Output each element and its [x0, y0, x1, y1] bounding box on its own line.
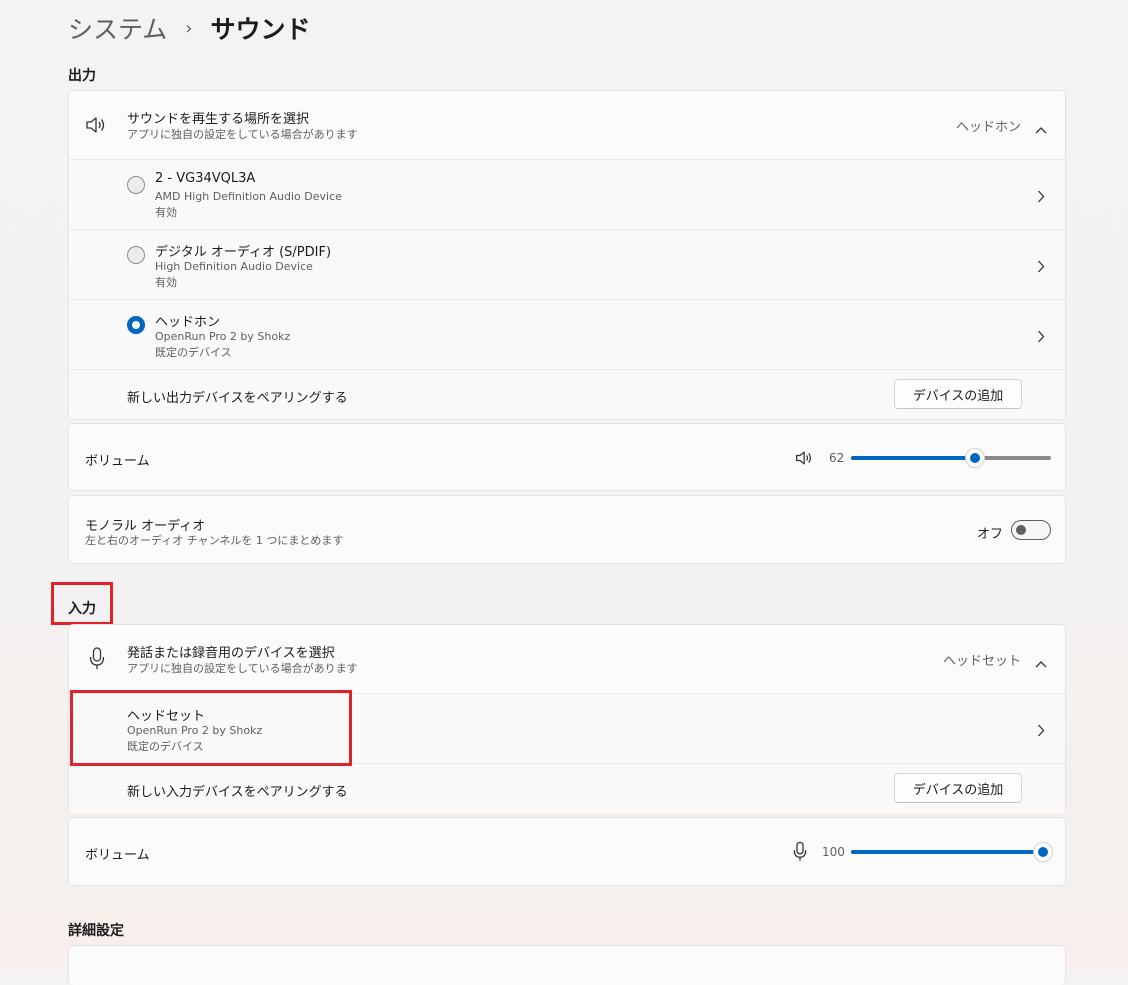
input-section-title: 入力 — [68, 601, 96, 617]
input-device-selector[interactable]: 発話または録音用のデバイスを選択 アプリに独自の設定をしている場合があります ヘ… — [69, 625, 1065, 693]
breadcrumb-separator: › — [185, 17, 193, 39]
device-status: 有効 — [155, 206, 177, 219]
chevron-right-icon[interactable] — [1037, 188, 1045, 207]
chevron-right-icon[interactable] — [1037, 258, 1045, 277]
radio-button[interactable] — [127, 176, 145, 194]
chevron-right-icon[interactable] — [1037, 722, 1045, 741]
input-volume-card: ボリューム 100 — [68, 817, 1066, 886]
input-volume-thumb[interactable] — [1033, 842, 1053, 862]
input-current-device: ヘッドセット — [942, 654, 1021, 669]
device-driver: OpenRun Pro 2 by Shokz — [155, 330, 291, 343]
output-volume-card: ボリューム 62 — [68, 423, 1066, 491]
chevron-up-icon[interactable] — [1035, 119, 1047, 138]
pair-output-label: 新しい出力デバイスをペアリングする — [127, 391, 348, 406]
microphone-icon[interactable] — [793, 841, 807, 867]
output-volume-label: ボリューム — [85, 454, 150, 469]
device-name: 2 - VG34VQL3A — [155, 171, 256, 186]
input-volume-value: 100 — [822, 845, 845, 859]
input-selector-subtitle: アプリに独自の設定をしている場合があります — [127, 662, 358, 675]
pair-input-row: 新しい入力デバイスをペアリングする デバイスの追加 — [69, 763, 1065, 813]
output-device-row[interactable]: デジタル オーディオ (S/PDIF) High Definition Audi… — [69, 229, 1065, 299]
output-volume-thumb[interactable] — [965, 448, 985, 468]
output-selector-title: サウンドを再生する場所を選択 — [127, 112, 310, 127]
radio-button-selected[interactable] — [127, 316, 145, 334]
add-output-device-button[interactable]: デバイスの追加 — [894, 379, 1022, 409]
toggle-knob — [1016, 525, 1026, 535]
output-volume-slider-fill — [851, 456, 975, 460]
breadcrumb-parent[interactable]: システム — [68, 10, 167, 46]
output-section-title: 出力 — [68, 68, 96, 84]
page-title: サウンド — [210, 15, 311, 44]
advanced-section-title: 詳細設定 — [68, 923, 124, 939]
chevron-right-icon[interactable] — [1037, 328, 1045, 347]
breadcrumb: システム › サウンド — [68, 8, 310, 48]
output-device-row[interactable]: 2 - VG34VQL3A AMD High Definition Audio … — [69, 159, 1065, 229]
add-input-device-button[interactable]: デバイスの追加 — [894, 773, 1022, 803]
device-status: 既定のデバイス — [155, 346, 232, 359]
microphone-icon — [89, 647, 105, 675]
input-selector-title: 発話または録音用のデバイスを選択 — [127, 646, 335, 661]
headset-device-highlight — [70, 690, 352, 766]
mono-audio-card: モノラル オーディオ 左と右のオーディオ チャンネルを 1 つにまとめます オフ — [68, 495, 1066, 564]
speaker-icon[interactable] — [795, 449, 815, 471]
device-name: ヘッドホン — [155, 315, 221, 330]
mono-audio-toggle[interactable] — [1011, 520, 1051, 540]
output-device-row[interactable]: ヘッドホン OpenRun Pro 2 by Shokz 既定のデバイス — [69, 299, 1065, 369]
output-selector-subtitle: アプリに独自の設定をしている場合があります — [127, 128, 358, 141]
chevron-up-icon[interactable] — [1035, 653, 1047, 672]
input-volume-slider-fill — [851, 850, 1043, 854]
device-driver: High Definition Audio Device — [155, 260, 313, 273]
output-device-card: サウンドを再生する場所を選択 アプリに独自の設定をしている場合があります ヘッド… — [68, 90, 1066, 420]
device-driver: AMD High Definition Audio Device — [155, 190, 342, 203]
mono-audio-state: オフ — [977, 527, 1004, 542]
device-name: デジタル オーディオ (S/PDIF) — [155, 245, 332, 260]
radio-button[interactable] — [127, 246, 145, 264]
output-current-device: ヘッドホン — [955, 120, 1021, 135]
pair-input-label: 新しい入力デバイスをペアリングする — [127, 785, 348, 800]
device-status: 有効 — [155, 276, 177, 289]
advanced-settings-card[interactable] — [68, 945, 1066, 985]
mono-audio-title: モノラル オーディオ — [85, 519, 206, 534]
speaker-icon — [85, 115, 109, 139]
output-volume-value: 62 — [829, 451, 845, 465]
mono-audio-subtitle: 左と右のオーディオ チャンネルを 1 つにまとめます — [85, 534, 344, 547]
input-volume-label: ボリューム — [85, 848, 150, 863]
pair-output-row: 新しい出力デバイスをペアリングする デバイスの追加 — [69, 369, 1065, 419]
output-device-selector[interactable]: サウンドを再生する場所を選択 アプリに独自の設定をしている場合があります ヘッド… — [69, 91, 1065, 159]
